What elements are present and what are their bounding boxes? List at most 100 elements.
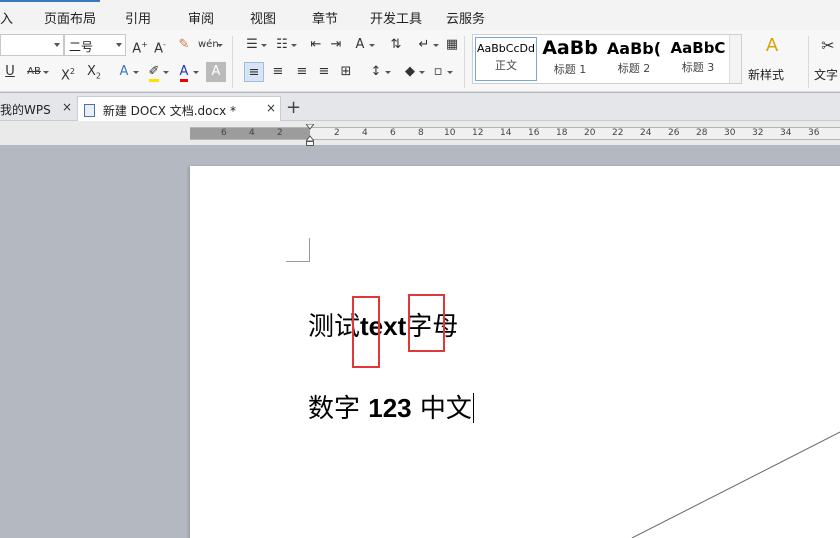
style-sample: AaBbC (670, 39, 726, 57)
font-color-icon[interactable]: A (174, 62, 199, 82)
text-tools-label[interactable]: 文字 (814, 66, 838, 83)
diagonal-line-shape (631, 431, 840, 538)
ruler-number: 6 (390, 128, 396, 138)
ruler-number: 34 (780, 128, 792, 138)
ruler-number: 28 (696, 128, 708, 138)
style-heading-2[interactable]: AaBb( 标题 2 (603, 37, 665, 81)
line2-number: 123 (368, 393, 412, 423)
chevron-down-icon (116, 43, 122, 47)
phonetic-guide-icon[interactable]: wén (198, 35, 223, 55)
bullet-list-icon[interactable]: ☰ (242, 35, 267, 55)
menu-bar: 入 页面布局 引用 审阅 视图 章节 开发工具 云服务 (0, 0, 840, 30)
new-style-label[interactable]: 新样式 (748, 66, 784, 83)
style-sample: AaBb (542, 37, 598, 59)
align-left-icon[interactable]: ≡ (244, 62, 264, 82)
style-gallery-scrollbar[interactable] (729, 35, 741, 83)
text-tools-icon[interactable]: ✂ (818, 36, 838, 56)
menu-developer-tools[interactable]: 开发工具 (370, 8, 422, 27)
active-menu-indicator (0, 0, 100, 2)
highlight-box-right (408, 294, 445, 352)
document-line-2[interactable]: 数字 123 中文 (308, 388, 474, 425)
sort-icon[interactable]: ⇅ (386, 35, 406, 55)
menu-section[interactable]: 章节 (312, 8, 338, 27)
shrink-font-icon[interactable]: A- (150, 35, 170, 56)
style-sample: AaBbCcDd (477, 42, 535, 55)
document-page[interactable]: 测试text字母 数字 123 中文 (190, 166, 840, 538)
indent-marker-icon[interactable] (306, 124, 314, 146)
ruler-number: 20 (584, 128, 596, 138)
highlight-color-icon[interactable]: ✐ (144, 62, 169, 82)
style-heading-1[interactable]: AaBb 标题 1 (539, 37, 601, 81)
close-icon[interactable]: × (266, 101, 276, 115)
style-gallery: AaBbCcDd 正文 AaBb 标题 1 AaBb( 标题 2 AaBbC 标… (472, 34, 742, 84)
font-size-select[interactable]: 二号 (64, 34, 126, 56)
menu-cloud-service[interactable]: 云服务 (446, 8, 485, 27)
margin-corner-mark (286, 238, 310, 262)
strikethrough-icon[interactable]: AB (24, 62, 49, 82)
new-tab-button[interactable]: + (286, 97, 301, 118)
separator (808, 36, 809, 88)
style-name: 标题 2 (617, 62, 651, 75)
subscript-icon[interactable]: X2 (84, 62, 104, 82)
menu-references[interactable]: 引用 (125, 8, 151, 27)
char-shading-icon[interactable]: A (206, 62, 226, 82)
line2-chinese-start: 数字 (308, 394, 369, 424)
style-name: 标题 1 (553, 63, 587, 76)
separator (464, 36, 465, 88)
tab-label: 我的WPS (0, 103, 51, 117)
align-right-icon[interactable]: ≡ (292, 62, 312, 82)
style-name: 标题 3 (681, 61, 715, 74)
menu-page-layout[interactable]: 页面布局 (44, 8, 96, 27)
tab-document[interactable]: 新建 DOCX 文档.docx * × (77, 96, 281, 121)
ribbon-toolbar: 二号 A+ A- ✎ wén U AB X2 X2 A ✐ A A ☰ ☷ ⇤ … (0, 30, 840, 92)
ruler-number: 18 (556, 128, 568, 138)
style-normal[interactable]: AaBbCcDd 正文 (475, 37, 537, 81)
ruler-number: 26 (668, 128, 680, 138)
underline-icon[interactable]: U (0, 62, 20, 82)
menu-view[interactable]: 视图 (250, 8, 276, 27)
justify-icon[interactable]: ≡ (314, 62, 334, 82)
clear-format-icon[interactable]: ✎ (174, 35, 194, 55)
borders-icon[interactable]: ▫ (428, 62, 453, 82)
wps-writer-window: 入 页面布局 引用 审阅 视图 章节 开发工具 云服务 二号 A+ A- ✎ w… (0, 0, 840, 538)
document-tab-bar: 我的WPS × 新建 DOCX 文档.docx * × (0, 93, 840, 121)
paragraph-mark-icon[interactable]: ↵ (414, 35, 439, 55)
ruler-number: 12 (472, 128, 484, 138)
horizontal-ruler[interactable]: 6 4 2 2 4 6 8 10 12 14 16 18 20 22 24 26… (190, 124, 840, 146)
table-grid-icon[interactable]: ▦ (442, 35, 462, 55)
tab-label: 新建 DOCX 文档.docx * (102, 104, 237, 118)
highlight-box-left (352, 296, 380, 368)
document-icon (84, 104, 95, 117)
separator (232, 36, 233, 88)
increase-indent-icon[interactable]: ⇥ (326, 35, 346, 55)
ruler-number: 32 (752, 128, 764, 138)
ruler-number: 4 (362, 128, 368, 138)
line2-chinese-end: 中文 (411, 394, 472, 424)
new-style-icon[interactable]: A (760, 36, 784, 56)
text-direction-icon[interactable]: A (350, 35, 375, 55)
numbered-list-icon[interactable]: ☷ (272, 35, 297, 55)
close-icon[interactable]: × (62, 100, 72, 114)
menu-review[interactable]: 审阅 (188, 8, 214, 27)
superscript-icon[interactable]: X2 (58, 62, 78, 83)
ruler-number: 16 (528, 128, 540, 138)
text-effect-icon[interactable]: A (114, 62, 139, 82)
ruler-number: 8 (418, 128, 424, 138)
line-spacing-icon[interactable]: ↕ (366, 62, 391, 82)
decrease-indent-icon[interactable]: ⇤ (306, 35, 326, 55)
paragraph-shading-icon[interactable]: ◆ (400, 62, 425, 82)
ruler-number: 24 (640, 128, 652, 138)
distribute-icon[interactable]: ⊞ (336, 62, 356, 82)
ruler-number: 6 (221, 128, 227, 138)
grow-font-icon[interactable]: A+ (130, 35, 150, 56)
tab-home[interactable]: 我的WPS × (0, 96, 76, 121)
style-name: 正文 (495, 59, 517, 72)
style-heading-3[interactable]: AaBbC 标题 3 (667, 37, 729, 81)
ruler-number: 10 (444, 128, 456, 138)
font-size-value: 二号 (69, 40, 94, 54)
align-center-icon[interactable]: ≡ (268, 62, 288, 82)
ruler-number: 22 (612, 128, 624, 138)
style-sample: AaBb( (606, 39, 662, 58)
font-name-select[interactable] (0, 34, 64, 56)
menu-insert[interactable]: 入 (0, 8, 13, 27)
